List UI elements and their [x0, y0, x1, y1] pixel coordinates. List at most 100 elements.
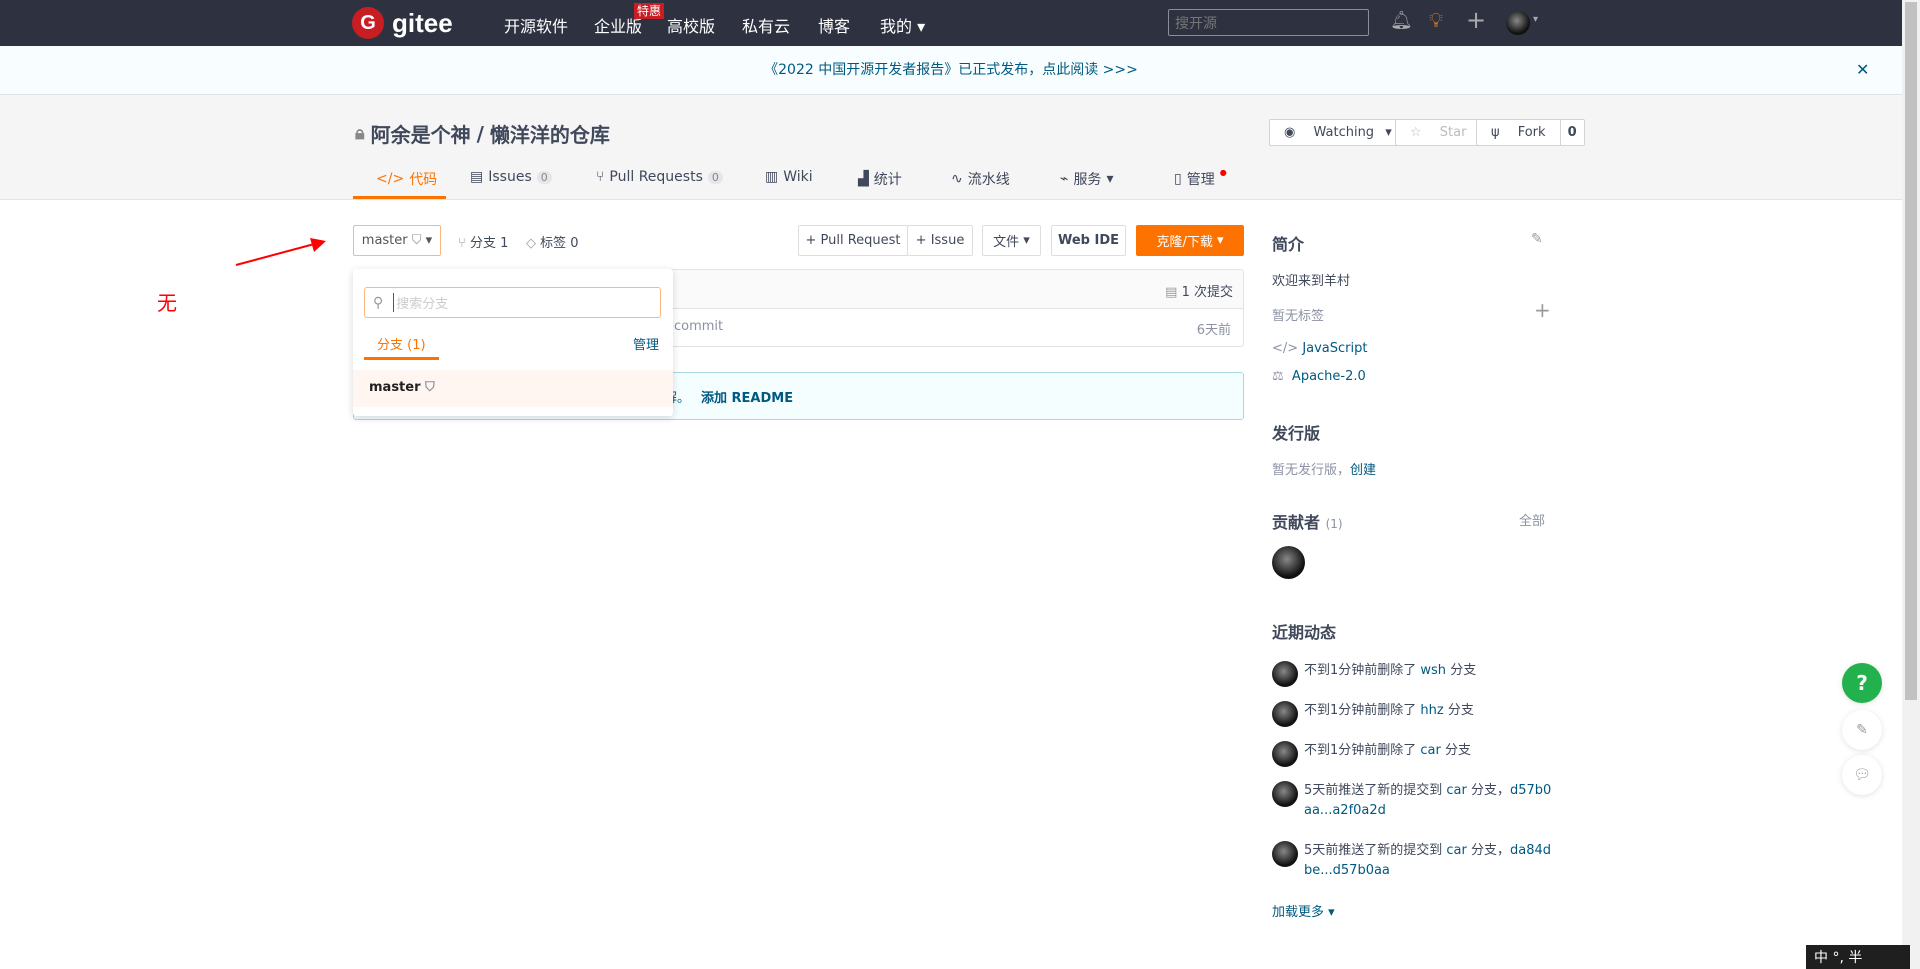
nav-open-source[interactable]: 开源软件	[504, 13, 568, 37]
star-icon: ☆	[1410, 125, 1426, 140]
user-avatar[interactable]	[1506, 11, 1530, 35]
scrollbar[interactable]	[1902, 0, 1920, 969]
avatar[interactable]	[1272, 701, 1298, 727]
nav-private-cloud[interactable]: 私有云	[742, 13, 790, 37]
commit-time: 6天前	[1196, 323, 1231, 338]
release-title: 发行版	[1272, 424, 1321, 443]
branch-search-input[interactable]: ⚲ 搜索分支	[364, 287, 661, 318]
shield-icon: ⛉	[425, 380, 435, 395]
pulse-icon: ⌁	[1060, 171, 1069, 187]
branch-option-master[interactable]: master ⛉	[353, 370, 673, 407]
tab-code[interactable]: </> 代码	[376, 169, 437, 189]
page-title: 🔒︎ 阿余是个神 / 懒洋洋的仓库	[355, 119, 610, 148]
clone-download-button[interactable]: 克隆/下载 ▾	[1136, 225, 1244, 256]
manage-icon: ▯	[1174, 171, 1182, 187]
tab-issues[interactable]: ▤ Issues 0	[470, 169, 552, 185]
annotation-text: 无	[157, 291, 177, 315]
intro-title: 简介	[1272, 235, 1305, 254]
feedback-edit-icon[interactable]: ✎	[1842, 710, 1882, 750]
intro-text: 欢迎来到羊村	[1272, 274, 1351, 289]
contributors-title: 贡献者 (1)	[1272, 513, 1343, 532]
edit-icon[interactable]: ✎	[1531, 231, 1543, 247]
code-icon: </>	[1272, 341, 1303, 356]
chat-icon[interactable]: 💬︎	[1842, 755, 1882, 795]
top-nav: Ggitee 开源软件 企业版 特惠 高校版 私有云 博客 我的 ▾ 🔔︎ 💡︎…	[0, 0, 1902, 46]
tab-pipeline[interactable]: ∿ 流水线	[951, 169, 1010, 189]
activity-item: 不到1分钟前删除了 wsh 分支	[1272, 661, 1476, 687]
tags-link[interactable]: ◇ 标签 0	[526, 232, 579, 251]
activity-item: 5天前推送了新的提交到 car 分支，da84dbe...d57b0aa	[1272, 841, 1552, 881]
announcement-banner: 《2022 中国开源开发者报告》已正式发布，点此阅读 >>> ✕	[0, 46, 1902, 95]
activity-item: 不到1分钟前删除了 car 分支	[1272, 741, 1471, 767]
tab-manage[interactable]: ▯ 管理 ●	[1174, 168, 1227, 189]
commit-message[interactable]: commit	[674, 319, 723, 334]
file-menu-button[interactable]: 文件 ▾	[982, 225, 1041, 256]
pull-request-icon: ⑂	[596, 169, 605, 185]
separator: /	[476, 121, 484, 146]
issues-icon: ▤	[470, 169, 484, 185]
star-label: Star	[1439, 125, 1467, 140]
bell-icon[interactable]: 🔔︎	[1390, 10, 1413, 31]
tab-wiki[interactable]: ▥ Wiki	[765, 169, 813, 185]
tab-pull-requests[interactable]: ⑂ Pull Requests 0	[596, 169, 723, 185]
help-button[interactable]: ?	[1842, 663, 1882, 703]
branches-link[interactable]: ⑂ 分支 1	[458, 232, 508, 251]
gitee-logo[interactable]: Ggitee	[352, 7, 453, 39]
contributor-avatar[interactable]	[1272, 546, 1305, 579]
add-readme-link[interactable]: 添加 README	[701, 387, 793, 406]
nav-mine[interactable]: 我的 ▾	[880, 13, 925, 37]
plus-icon[interactable]: +	[1466, 6, 1486, 34]
avatar[interactable]	[1272, 661, 1298, 687]
tag-icon: ◇	[526, 236, 541, 251]
fork-button[interactable]: ψ Fork 0	[1476, 119, 1585, 146]
close-icon[interactable]: ✕	[1856, 46, 1869, 94]
tab-stats[interactable]: ▟ 统计	[858, 169, 902, 189]
create-release-link[interactable]: 创建	[1350, 463, 1376, 478]
search-icon: ⚲	[373, 294, 384, 311]
fork-label: Fork	[1517, 125, 1546, 140]
repo-name[interactable]: 懒洋洋的仓库	[490, 119, 610, 148]
branch-icon: ⑂	[458, 236, 470, 251]
add-tag-icon[interactable]: +	[1534, 298, 1551, 322]
avatar[interactable]	[1272, 841, 1298, 867]
language-item[interactable]: </> JavaScript	[1272, 341, 1367, 356]
ime-status-bar[interactable]: 中 °, 半	[1806, 945, 1910, 969]
annotation-arrow	[235, 238, 326, 266]
tab-indicator	[364, 357, 439, 360]
banner-link[interactable]: 《2022 中国开源开发者报告》已正式发布，点此阅读 >>>	[764, 62, 1138, 78]
avatar[interactable]	[1272, 781, 1298, 807]
chart-icon: ▟	[858, 171, 869, 187]
no-tags: 暂无标签	[1272, 309, 1325, 324]
repo-owner[interactable]: 阿余是个神	[371, 119, 471, 148]
nav-education[interactable]: 高校版	[667, 13, 715, 37]
activity-item: 5天前推送了新的提交到 car 分支，d57b0aa...a2f0a2d	[1272, 781, 1552, 821]
fork-count[interactable]: 0	[1559, 120, 1584, 145]
wiki-icon: ▥	[765, 169, 779, 185]
active-tab-indicator	[353, 196, 446, 199]
search-input[interactable]	[1168, 9, 1369, 36]
lightbulb-icon[interactable]: 💡︎	[1429, 8, 1443, 32]
commit-count[interactable]: ▤ 1 次提交	[1165, 281, 1233, 300]
pipeline-icon: ∿	[951, 171, 963, 187]
code-icon: </>	[376, 171, 405, 187]
tab-services[interactable]: ⌁ 服务 ▾	[1060, 169, 1113, 189]
commit-icon: ▤	[1165, 285, 1182, 300]
avatar[interactable]	[1272, 741, 1298, 767]
web-ide-button[interactable]: Web IDE	[1051, 225, 1126, 256]
branch-select[interactable]: master ⛉ ▾	[353, 225, 441, 256]
scale-icon: ⚖	[1272, 369, 1292, 384]
eye-icon: ◉	[1284, 125, 1300, 140]
lock-icon: 🔒︎	[355, 123, 365, 144]
new-issue-button[interactable]: + Issue	[907, 225, 973, 256]
nav-blog[interactable]: 博客	[818, 13, 850, 37]
all-contributors-link[interactable]: 全部	[1519, 510, 1545, 529]
manage-branches-link[interactable]: 管理	[633, 334, 659, 353]
license-item[interactable]: ⚖ Apache-2.0	[1272, 369, 1366, 384]
watch-label: Watching	[1313, 125, 1375, 140]
chevron-down-icon: ▾	[1533, 14, 1539, 25]
tab-branches[interactable]: 分支 (1)	[377, 334, 426, 353]
new-pull-request-button[interactable]: + Pull Request	[798, 225, 908, 256]
promo-badge: 特惠	[634, 3, 665, 19]
load-more-button[interactable]: 加载更多 ▾	[1272, 901, 1335, 920]
fork-icon: ψ	[1491, 125, 1504, 140]
